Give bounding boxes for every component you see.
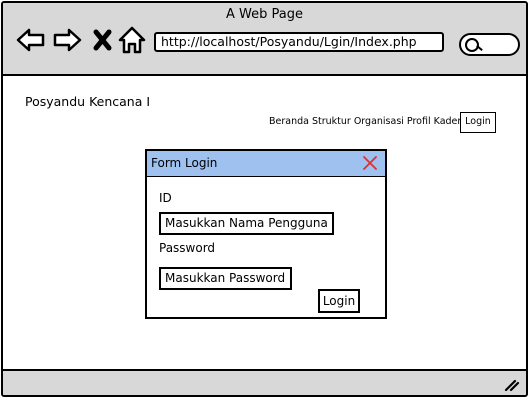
password-label: Password	[159, 241, 216, 255]
password-input[interactable]: Masukkan Password	[159, 267, 292, 290]
close-icon[interactable]	[363, 156, 377, 170]
url-field[interactable]: http://localhost/Posyandu/Lgin/Index.php	[154, 32, 444, 52]
nav-link-struktur-organisasi[interactable]: Struktur Organisasi	[312, 116, 404, 127]
resize-grip-icon[interactable]	[504, 376, 520, 392]
nav-link-beranda[interactable]: Beranda	[269, 116, 309, 127]
id-input[interactable]: Masukkan Nama Pengguna	[159, 212, 334, 235]
back-arrow-icon[interactable]	[16, 25, 46, 55]
nav-link-profil-kader[interactable]: Profil Kader	[407, 116, 461, 127]
browser-window: A Web Page http://localhost/Posyandu/Lgi…	[1, 1, 528, 397]
window-title: A Web Page	[226, 7, 303, 22]
status-bar	[3, 369, 526, 395]
login-submit-button[interactable]: Login	[318, 289, 360, 313]
dialog-title: Form Login	[151, 156, 218, 170]
forward-arrow-icon[interactable]	[52, 25, 82, 55]
browser-toolbar: A Web Page http://localhost/Posyandu/Lgi…	[3, 3, 526, 76]
search-icon-handle	[476, 44, 483, 52]
search-input[interactable]	[459, 33, 520, 56]
site-title: Posyandu Kencana I	[25, 94, 151, 109]
home-icon[interactable]	[117, 25, 147, 55]
close-x-icon[interactable]	[89, 25, 119, 55]
login-dialog: Form Login ID Masukkan Nama Pengguna Pas…	[145, 149, 387, 319]
dialog-header: Form Login	[147, 151, 385, 177]
site-nav: Beranda Struktur Organisasi Profil Kader	[269, 116, 464, 127]
header-login-button[interactable]: Login	[460, 112, 496, 133]
id-label: ID	[159, 191, 172, 205]
